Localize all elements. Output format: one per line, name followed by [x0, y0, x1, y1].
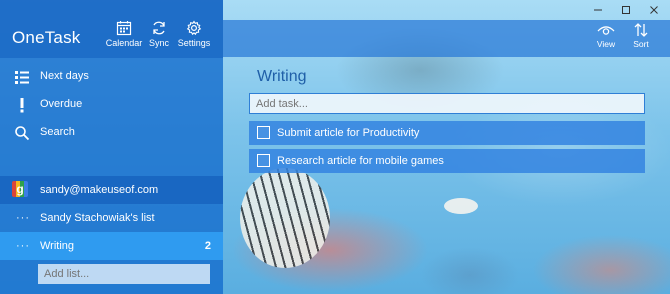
search-icon	[15, 126, 30, 141]
add-list-input[interactable]	[38, 264, 210, 284]
gear-icon	[186, 20, 202, 36]
google-icon: g	[12, 181, 28, 197]
nav-next-days[interactable]: Next days	[0, 64, 223, 90]
add-task-input[interactable]	[249, 93, 645, 114]
sort-label: Sort	[633, 39, 649, 49]
exclamation-icon	[20, 98, 24, 113]
sort-button[interactable]: Sort	[624, 22, 658, 56]
view-button[interactable]: View	[589, 22, 623, 56]
task-checkbox[interactable]	[257, 154, 270, 167]
task-checkbox[interactable]	[257, 126, 270, 139]
close-button[interactable]	[636, 0, 670, 18]
minimize-icon	[594, 9, 602, 11]
sync-label: Sync	[148, 38, 169, 48]
calendar-icon	[116, 21, 132, 36]
view-label: View	[596, 39, 616, 49]
sync-icon	[153, 21, 165, 35]
calendar-label: Calendar	[105, 38, 143, 48]
background-fish	[240, 168, 330, 268]
calendar-list-icon	[15, 71, 29, 84]
sidebar: OneTask Calendar Sync Settings Next days…	[0, 0, 223, 294]
list-item-label: Sandy Stachowiak's list	[40, 212, 155, 224]
list-item-count: 2	[204, 240, 211, 252]
task-item[interactable]: Submit article for Productivity	[249, 121, 645, 145]
sort-arrows-icon	[634, 23, 648, 37]
nav-overdue-label: Overdue	[40, 98, 83, 110]
nav-overdue[interactable]: Overdue	[0, 92, 223, 118]
list-title: Writing	[257, 68, 307, 85]
list-item-writing[interactable]: ··· Writing 2	[0, 232, 223, 260]
nav-search-label: Search	[40, 126, 75, 138]
google-badge-letter: g	[16, 182, 24, 196]
account-row[interactable]: g sandy@makeuseof.com	[0, 176, 223, 204]
list-dots-icon: ···	[16, 212, 30, 224]
background-small-fish	[444, 198, 478, 214]
app-title: OneTask	[12, 28, 81, 47]
settings-label: Settings	[177, 38, 211, 48]
list-item-label: Writing	[40, 240, 75, 252]
list-dots-icon: ···	[16, 240, 30, 252]
task-label: Research article for mobile games	[277, 155, 444, 167]
eye-icon	[597, 26, 615, 35]
sync-button[interactable]: Sync	[139, 20, 179, 56]
maximize-icon	[622, 6, 630, 14]
calendar-button[interactable]: Calendar	[104, 20, 144, 56]
task-item[interactable]: Research article for mobile games	[249, 149, 645, 173]
close-icon	[650, 6, 658, 14]
nav-search[interactable]: Search	[0, 120, 223, 146]
nav-next-days-label: Next days	[40, 70, 89, 82]
account-email: sandy@makeuseof.com	[40, 184, 159, 196]
task-label: Submit article for Productivity	[277, 127, 420, 139]
settings-button[interactable]: Settings	[174, 20, 214, 56]
list-item-sandy-stachowiak[interactable]: ··· Sandy Stachowiak's list	[0, 204, 223, 232]
